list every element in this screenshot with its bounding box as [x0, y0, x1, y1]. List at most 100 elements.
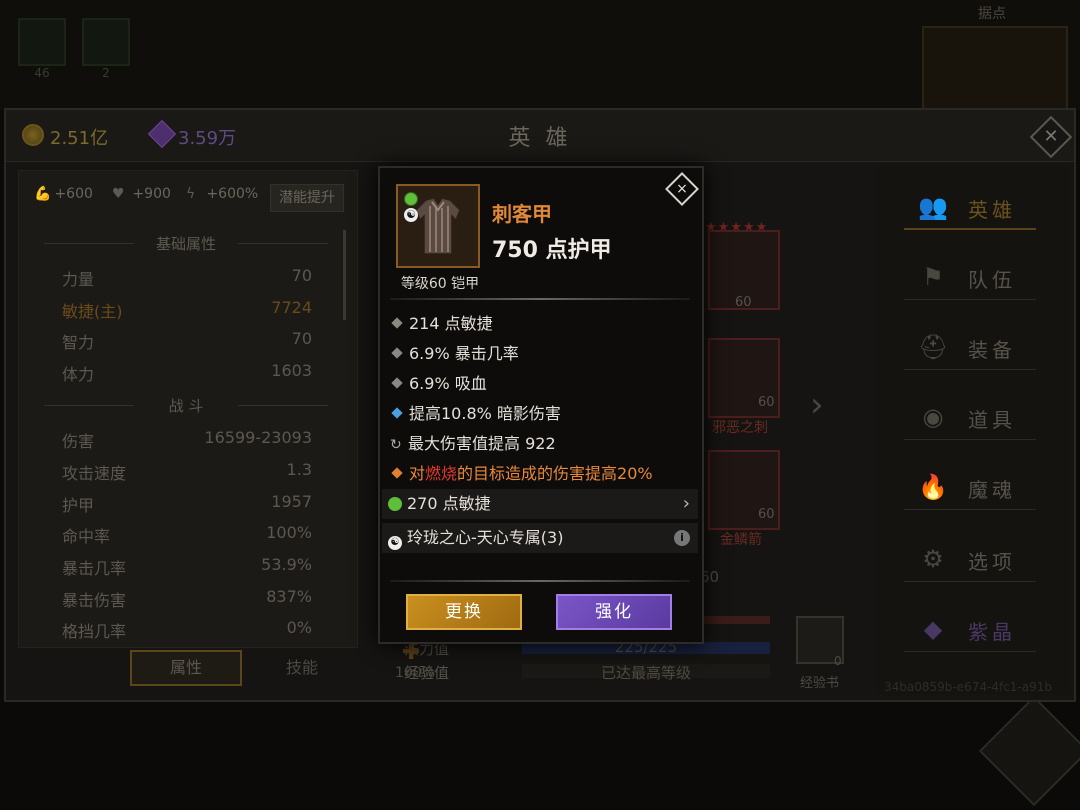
vest-icon — [415, 197, 461, 255]
affix-line: 提高10.8% 暗影伤害 — [390, 400, 690, 428]
hp-bar — [704, 616, 770, 624]
affix-text: 对 — [409, 464, 426, 483]
affix-text: 提高10.8% 暗影伤害 — [409, 404, 561, 423]
minimap[interactable] — [922, 26, 1068, 110]
stat-value: 16599-23093 — [204, 428, 312, 447]
gem-socket-icon — [404, 192, 418, 206]
next-arrow-icon[interactable]: › — [810, 385, 824, 425]
stat-value: 1.3 — [286, 460, 312, 479]
orange-diamond-icon — [391, 467, 403, 479]
stat-value: 1603 — [271, 361, 312, 380]
gear-icon: ⚙ — [922, 545, 944, 573]
green-gem-icon — [388, 497, 402, 511]
tab-skills[interactable]: 技能 — [252, 650, 352, 686]
stat-label: 伤害 — [62, 432, 95, 451]
stat-value: 100% — [266, 523, 312, 542]
affix-text: 的目标造成的伤害提高20% — [457, 464, 653, 483]
stat-label: 暴击几率 — [62, 559, 127, 578]
exp-book-count: 0 — [834, 654, 842, 668]
menu-button[interactable] — [978, 695, 1080, 807]
player-uid: 34ba0859b-e674-4fc1-a91b — [884, 680, 1053, 694]
scroll-slot-count: 2 — [102, 66, 110, 80]
nav-hero[interactable]: 👥 英雄 — [904, 184, 1036, 230]
stat-value-main: 7724 — [271, 298, 312, 317]
divider — [390, 580, 690, 582]
blue-diamond-icon — [391, 407, 403, 419]
heart-icon: ♥ — [112, 186, 125, 202]
stat-value: 53.9% — [261, 555, 312, 574]
item-name: 刺客甲 — [492, 202, 552, 226]
nav-soul[interactable]: 🔥 魔魂 — [904, 464, 1036, 510]
nav-label: 紫晶 — [968, 620, 1016, 644]
strength-icon: 💪 — [34, 186, 52, 202]
stat-label: 力量 — [62, 270, 95, 289]
slot-item-name: 金鳞箭 — [720, 532, 762, 548]
nav-label: 队伍 — [968, 268, 1016, 292]
stat-label: 智力 — [62, 333, 95, 352]
stat-value: 1957 — [271, 492, 312, 511]
diamond-bullet-icon — [391, 377, 403, 389]
speed-bonus: +600% — [206, 186, 259, 202]
bag-icon: ◉ — [922, 403, 944, 431]
stat-value: 70 — [291, 329, 312, 348]
gold-coin-icon — [22, 124, 44, 146]
stat-label: 格挡几率 — [62, 622, 127, 641]
upgrade-button[interactable]: 强化 — [556, 594, 672, 630]
potion-slot-icon[interactable] — [18, 18, 66, 66]
socket-text: 270 点敏捷 — [407, 494, 491, 513]
tab-attributes[interactable]: 属性 — [130, 650, 242, 686]
nav-items[interactable]: ◉ 道具 — [904, 394, 1036, 440]
exp-book-label: 经验书 — [800, 676, 840, 691]
affix-line: 214 点敏捷 — [390, 310, 690, 338]
stat-value: 70 — [291, 266, 312, 285]
amethyst-amount: 3.59万 — [178, 128, 237, 149]
replace-button[interactable]: 更换 — [406, 594, 522, 630]
map-top-bar — [0, 0, 1080, 110]
affix-text: 最大伤害值提高 922 — [408, 434, 556, 453]
strength-bonus: +600 — [54, 186, 93, 202]
socket-row[interactable]: 270 点敏捷 › — [382, 489, 698, 519]
lightning-icon: ϟ — [186, 186, 196, 202]
stat-label: 护甲 — [62, 496, 95, 515]
close-icon: ✕ — [1043, 126, 1059, 147]
stat-label: 体力 — [62, 365, 95, 384]
affix-line: ↻ 最大伤害值提高 922 — [390, 430, 690, 458]
exp-value: 已达最高等级 — [600, 664, 691, 682]
flame-icon: 🔥 — [918, 473, 948, 501]
stat-label: 暴击伤害 — [62, 591, 127, 610]
helmet-icon: ⛑ — [918, 333, 949, 361]
window-title: 英 雄 — [508, 126, 572, 151]
affix-line: 6.9% 吸血 — [390, 370, 690, 398]
nav-label: 魔魂 — [968, 478, 1016, 502]
stronghold-title: 据点 — [978, 6, 1006, 22]
nav-team[interactable]: ⚑ 队伍 — [904, 254, 1036, 300]
close-icon: × — [676, 181, 688, 197]
item-armor: 750 点护甲 — [492, 238, 612, 263]
basic-attributes-heading: 基础属性 — [44, 233, 328, 254]
nav-label: 选项 — [968, 550, 1016, 574]
info-icon[interactable]: i — [674, 530, 690, 546]
gold-amount: 2.51亿 — [50, 128, 109, 149]
affix-text: 214 点敏捷 — [409, 314, 493, 333]
nav-amethyst[interactable]: ◆ 紫晶 — [904, 606, 1036, 652]
nav-equipment[interactable]: ⛑ 装备 — [904, 324, 1036, 370]
special-affix-line: 对燃烧的目标造成的伤害提高20% — [390, 460, 690, 488]
divider — [390, 298, 690, 300]
people-icon: 👥 — [918, 193, 948, 221]
bonus-row: 💪 +600 ♥ +900 ϟ +600% — [34, 186, 274, 206]
diamond-bullet-icon — [391, 317, 403, 329]
stat-label-main: 敏捷(主) — [62, 302, 123, 321]
nav-options[interactable]: ⚙ 选项 — [904, 536, 1036, 582]
slot-level: 60 — [735, 295, 752, 310]
slot-level: 60 — [758, 395, 775, 410]
stat-label: 攻击速度 — [62, 464, 127, 483]
slot-item-name: 邪恶之刺 — [712, 420, 768, 436]
affix-line: 6.9% 暴击几率 — [390, 340, 690, 368]
potential-upgrade-button[interactable]: 潜能提升 — [270, 184, 344, 212]
stats-scrollbar[interactable] — [343, 230, 346, 320]
potion-slot-count: 46 — [34, 66, 50, 80]
scroll-slot-icon[interactable] — [82, 18, 130, 66]
chevron-right-icon: › — [682, 493, 690, 514]
fame-percent: 100% — [395, 665, 436, 681]
amethyst-icon: ◆ — [923, 615, 943, 643]
